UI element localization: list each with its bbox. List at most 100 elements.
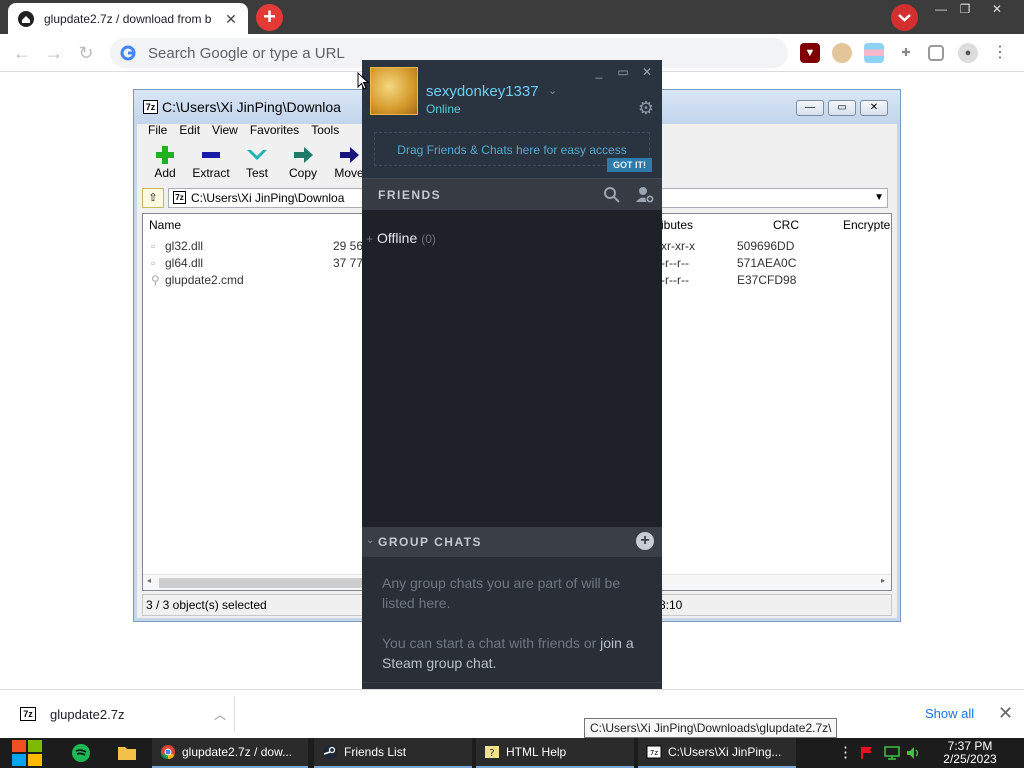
offline-group[interactable]: + Offline (0) bbox=[366, 230, 436, 246]
taskbar-item-html-help[interactable]: ? HTML Help bbox=[476, 738, 634, 768]
test-button[interactable]: Test bbox=[234, 142, 280, 184]
extension-flag-icon[interactable] bbox=[864, 43, 884, 63]
chrome-icon bbox=[161, 745, 175, 760]
add-button[interactable]: Add bbox=[142, 142, 188, 184]
7zip-close-button[interactable]: ✕ bbox=[860, 100, 888, 116]
download-item[interactable]: 7z glupdate2.7z ︿ bbox=[10, 696, 235, 732]
extract-button[interactable]: Extract bbox=[188, 142, 234, 184]
taskbar-item-7zip[interactable]: 7z C:\Users\Xi JinPing... bbox=[638, 738, 796, 768]
add-friend-icon[interactable] bbox=[635, 185, 655, 205]
col-name-header[interactable]: Name bbox=[149, 214, 181, 236]
scroll-left-icon[interactable]: ◂ bbox=[147, 576, 151, 585]
taskbar-item-chrome[interactable]: glupdate2.7z / dow... bbox=[152, 738, 308, 768]
steam-status: Online bbox=[426, 102, 461, 116]
menu-file[interactable]: File bbox=[142, 120, 173, 140]
avatar[interactable] bbox=[370, 67, 418, 115]
taskbar-clock[interactable]: 7:37 PM 2/25/2023 bbox=[930, 740, 1010, 766]
7zip-app-icon: 7z bbox=[143, 100, 158, 114]
7zip-maximize-button[interactable]: ▭ bbox=[828, 100, 856, 116]
omnibox-input[interactable] bbox=[148, 44, 648, 62]
file-explorer-icon[interactable] bbox=[116, 742, 138, 764]
tab-search-button[interactable] bbox=[891, 4, 918, 31]
taskbar-item-label: HTML Help bbox=[506, 745, 567, 759]
chevron-down-icon[interactable]: ⌄ bbox=[548, 84, 557, 97]
file-crc: 509696DD bbox=[737, 239, 795, 253]
extension-avatar-icon[interactable] bbox=[832, 43, 852, 63]
got-it-button[interactable]: GOT IT! bbox=[607, 158, 652, 172]
add-group-chat-icon[interactable]: + bbox=[636, 532, 654, 550]
restore-button[interactable]: ❐ bbox=[950, 0, 980, 18]
friends-label: FRIENDS bbox=[378, 188, 442, 202]
steam-maximize-button[interactable]: ▭ bbox=[615, 65, 631, 79]
status-modified: 8:10 bbox=[659, 598, 683, 612]
taskbar-item-label: glupdate2.7z / dow... bbox=[182, 745, 293, 759]
tray-overflow-icon[interactable]: ⋮ bbox=[838, 738, 853, 768]
taskbar-item-label: C:\Users\Xi JinPing... bbox=[668, 745, 782, 759]
show-all-link[interactable]: Show all bbox=[925, 706, 974, 721]
expand-icon: + bbox=[366, 232, 374, 246]
extract-icon bbox=[202, 152, 220, 158]
new-tab-button[interactable]: + bbox=[256, 4, 283, 31]
chevron-down-icon: ⌄ bbox=[366, 535, 375, 546]
col-crc-header[interactable]: CRC bbox=[773, 214, 799, 236]
back-icon[interactable]: ← bbox=[10, 41, 34, 65]
group-chats-header[interactable]: ⌄ GROUP CHATS + bbox=[362, 527, 662, 557]
steam-minimize-button[interactable]: _ bbox=[591, 65, 607, 79]
menu-kebab-icon[interactable]: ⋮ bbox=[990, 43, 1010, 63]
flag-icon[interactable] bbox=[860, 746, 874, 760]
sidepanel-icon[interactable] bbox=[928, 45, 944, 61]
menu-view[interactable]: View bbox=[206, 120, 244, 140]
steam-username[interactable]: sexydonkey1337 bbox=[426, 83, 539, 100]
tab-close-icon[interactable]: ✕ bbox=[224, 12, 238, 26]
windows-start-icon[interactable] bbox=[10, 738, 44, 768]
col-attributes-header[interactable]: ributes bbox=[657, 214, 693, 236]
folder-up-icon[interactable]: ⇧ bbox=[142, 188, 164, 208]
file-icon: ⚲ bbox=[151, 273, 160, 287]
svg-text:?: ? bbox=[489, 748, 494, 759]
file-name: gl32.dll bbox=[165, 239, 204, 253]
search-icon[interactable] bbox=[602, 185, 622, 205]
file-size: 37 77 bbox=[333, 256, 364, 270]
network-icon[interactable] bbox=[884, 746, 900, 760]
col-encrypted-header[interactable]: Encrypte bbox=[843, 214, 890, 236]
chevron-up-icon[interactable]: ︿ bbox=[214, 706, 234, 723]
add-icon bbox=[156, 146, 174, 164]
extensions-puzzle-icon[interactable]: ✚ bbox=[896, 43, 916, 63]
group-chats-hint-text: You can start a chat with friends or bbox=[382, 635, 601, 651]
forward-icon[interactable]: → bbox=[42, 41, 66, 65]
file-attributes: -r--r-- bbox=[661, 256, 689, 270]
help-icon: ? bbox=[485, 746, 499, 759]
test-label: Test bbox=[245, 166, 268, 180]
archive-icon: 7z bbox=[173, 191, 186, 204]
path-tooltip: C:\Users\Xi JinPing\Downloads\glupdate2.… bbox=[584, 718, 838, 738]
move-icon bbox=[340, 147, 359, 163]
7zip-menubar: File Edit View Favorites Tools bbox=[142, 120, 345, 140]
menu-edit[interactable]: Edit bbox=[173, 120, 206, 140]
file-crc: E37CFD98 bbox=[737, 273, 797, 287]
reload-icon[interactable]: ↻ bbox=[74, 41, 98, 65]
taskbar-item-steam[interactable]: Friends List bbox=[314, 738, 472, 768]
spotify-icon[interactable] bbox=[70, 742, 92, 764]
path-dropdown-icon[interactable]: ▼ bbox=[874, 189, 884, 207]
close-button[interactable]: ✕ bbox=[982, 0, 1012, 18]
close-icon[interactable]: ✕ bbox=[998, 703, 1013, 724]
volume-icon[interactable] bbox=[906, 746, 922, 760]
svg-text:7z: 7z bbox=[650, 749, 658, 757]
copy-button[interactable]: Copy bbox=[280, 142, 326, 184]
browser-tab[interactable]: glupdate2.7z / download from b ✕ bbox=[8, 3, 248, 34]
menu-tools[interactable]: Tools bbox=[305, 120, 345, 140]
browser-tab-strip: glupdate2.7z / download from b ✕ + — ❐ ✕ bbox=[0, 0, 1024, 34]
steam-friends-window: sexydonkey1337 ⌄ Online _ ▭ ✕ ⚙ Drag Fri… bbox=[362, 60, 662, 709]
file-icon: ▫ bbox=[151, 256, 156, 270]
offline-count: (0) bbox=[421, 232, 436, 246]
gear-icon[interactable]: ⚙ bbox=[636, 98, 656, 118]
scroll-thumb[interactable] bbox=[159, 578, 389, 588]
download-shelf: 7z glupdate2.7z ︿ Show all ✕ bbox=[0, 689, 1024, 738]
profile-avatar-icon[interactable]: ● bbox=[958, 43, 978, 63]
scroll-right-icon[interactable]: ▸ bbox=[881, 576, 885, 585]
ublock-icon[interactable]: ▼ bbox=[800, 43, 820, 63]
7zip-minimize-button[interactable]: — bbox=[796, 100, 824, 116]
steam-close-button[interactable]: ✕ bbox=[639, 65, 655, 79]
archive-icon: 7z bbox=[20, 707, 36, 721]
menu-favorites[interactable]: Favorites bbox=[244, 120, 305, 140]
